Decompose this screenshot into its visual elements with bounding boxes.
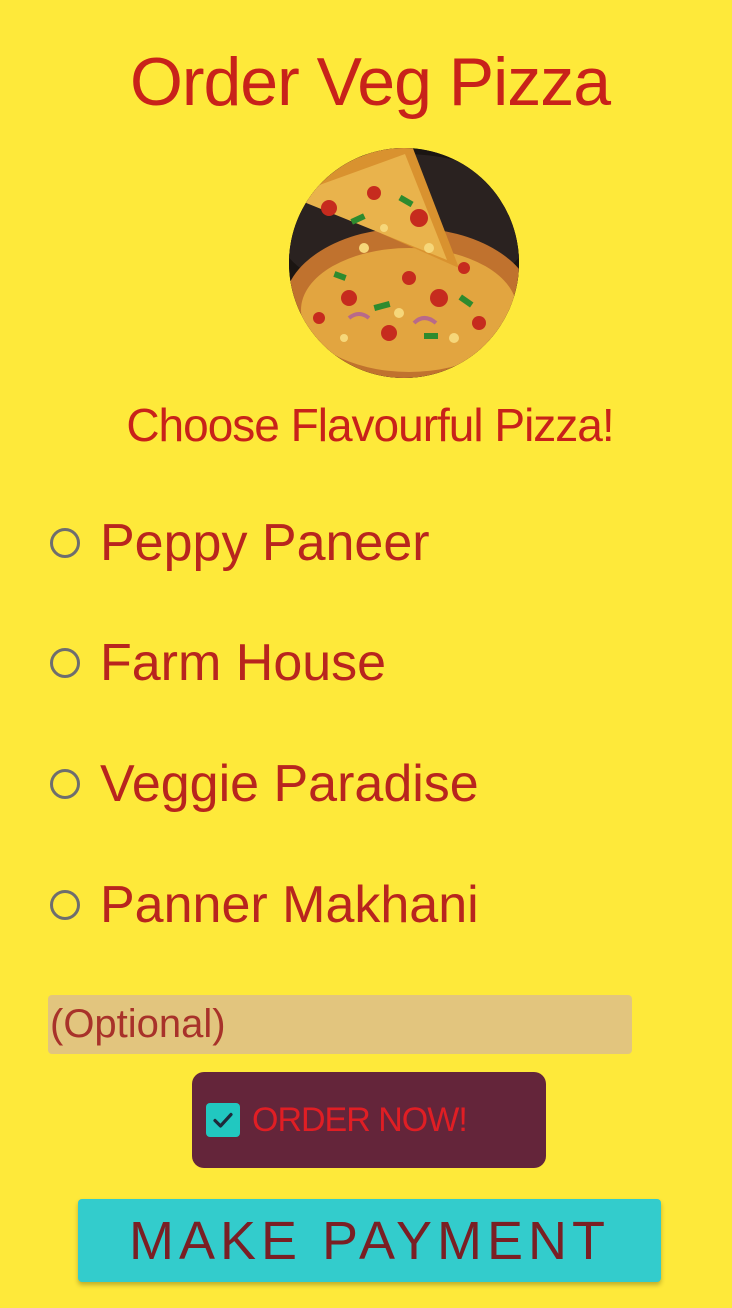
option-label: Peppy Paneer (100, 514, 430, 572)
note-input[interactable] (48, 995, 632, 1054)
option-peppy-paneer[interactable]: Peppy Paneer (50, 508, 430, 578)
radio-button[interactable] (50, 528, 80, 558)
order-now-button[interactable]: ORDER NOW! (192, 1072, 546, 1168)
make-payment-label: MAKE PAYMENT (128, 1210, 611, 1271)
menu-heading: Choose Flavourful Pizza! (126, 399, 614, 451)
radio-button[interactable] (50, 769, 80, 799)
option-label: Veggie Paradise (100, 755, 479, 813)
page-title: Order Veg Pizza (129, 44, 611, 120)
pizza-image (289, 148, 519, 378)
make-payment-button[interactable]: MAKE PAYMENT (78, 1199, 661, 1282)
option-veggie-paradise[interactable]: Veggie Paradise (50, 749, 479, 819)
radio-button[interactable] (50, 648, 80, 678)
radio-button[interactable] (50, 890, 80, 920)
pizza-image-graphic (289, 148, 519, 378)
option-label: Panner Makhani (100, 876, 479, 934)
option-panner-makhani[interactable]: Panner Makhani (50, 870, 479, 940)
option-label: Farm House (100, 634, 387, 692)
order-checkbox[interactable] (206, 1103, 240, 1137)
order-now-label: ORDER NOW! (252, 1100, 468, 1139)
check-icon (213, 1112, 233, 1128)
option-farm-house[interactable]: Farm House (50, 628, 386, 698)
